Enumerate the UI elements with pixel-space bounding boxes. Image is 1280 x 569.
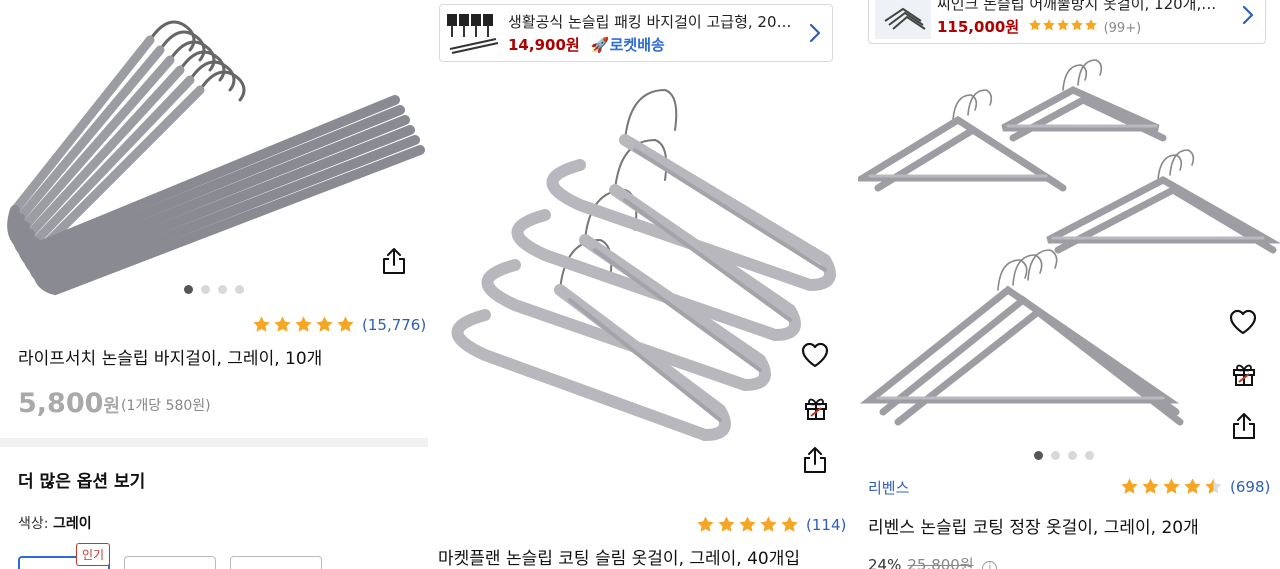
product-card-slim-hanger: 생활공식 논슬립 패킹 바지걸이 고급형, 20… 14,900원 🚀로켓배송 [430, 0, 846, 569]
review-count[interactable]: (698) [1230, 478, 1270, 496]
price-value: 5,800 [18, 388, 104, 419]
carousel-dot[interactable] [1051, 451, 1060, 460]
more-options-heading[interactable]: 더 많은 옵션 보기 [18, 467, 145, 492]
rating-stars[interactable]: (698) [1120, 477, 1270, 496]
gift-icon[interactable] [802, 394, 830, 422]
related-product-banner[interactable]: 생활공식 논슬립 패킹 바지걸이 고급형, 20… 14,900원 🚀로켓배송 [439, 4, 833, 62]
related-price-value: 115,000원 [937, 18, 1020, 36]
related-product-price: 14,900원 🚀로켓배송 [508, 34, 665, 55]
carousel-dot[interactable] [1034, 451, 1043, 460]
star-icon [1162, 477, 1181, 496]
star-icon [738, 515, 757, 534]
star-icon [294, 315, 313, 334]
star-icon [780, 515, 799, 534]
related-price-value: 14,900원 [508, 36, 580, 54]
related-product-banner[interactable]: 씨인크 논슬립 어깨뿔방지 옷걸이, 120개,… 115,000원 (99+) [868, 0, 1266, 44]
star-icon [717, 515, 736, 534]
related-product-thumbnail [447, 14, 499, 54]
brand-link[interactable]: 리벤스 [868, 477, 909, 498]
section-divider [0, 438, 428, 447]
discount-rate: 24% [868, 556, 902, 569]
carousel-dot[interactable] [201, 285, 210, 294]
heart-icon[interactable] [1228, 308, 1258, 336]
unit-price: (1개당 580원) [121, 398, 211, 414]
related-product-title: 생활공식 논슬립 패킹 바지걸이 고급형, 20… [508, 13, 792, 31]
image-carousel-dots[interactable] [184, 285, 244, 294]
heart-icon[interactable] [800, 341, 830, 369]
rating-stars[interactable]: (15,776) [252, 315, 426, 334]
related-review-count: (99+) [1103, 21, 1142, 36]
option-thumbnail[interactable] [230, 556, 322, 569]
color-label-text: 색상: [18, 516, 53, 532]
product-image-slim-hanger[interactable] [430, 70, 846, 490]
color-option-label: 색상: 그레이 [18, 513, 92, 533]
star-icon [1042, 18, 1056, 32]
review-count[interactable]: (15,776) [362, 316, 426, 334]
star-icon [315, 315, 334, 334]
star-icon [696, 515, 715, 534]
star-half-icon [1204, 477, 1223, 496]
chevron-right-icon[interactable] [1241, 5, 1255, 25]
related-rating-stars [1028, 18, 1103, 36]
product-price: 5,800원 [18, 388, 120, 419]
option-thumbnail[interactable] [124, 556, 216, 569]
star-icon [1056, 18, 1070, 32]
star-icon [759, 515, 778, 534]
color-value: 그레이 [52, 516, 92, 532]
star-icon [1084, 18, 1098, 32]
product-title[interactable]: 라이프서치 논슬립 바지걸이, 그레이, 10개 [18, 344, 322, 369]
price-currency: 원 [103, 396, 120, 417]
rating-stars[interactable]: (114) [696, 515, 846, 534]
rocket-icon: 🚀 [590, 36, 610, 54]
star-icon [1028, 18, 1042, 32]
star-icon [1183, 477, 1202, 496]
popular-badge: 인기 [76, 543, 111, 566]
star-icon [1141, 477, 1160, 496]
carousel-dot[interactable] [1068, 451, 1077, 460]
star-icon [1120, 477, 1139, 496]
chevron-right-icon[interactable] [808, 23, 822, 43]
carousel-dot[interactable] [1085, 451, 1094, 460]
product-card-suit-hanger: 씨인크 논슬립 어깨뿔방지 옷걸이, 120개,… 115,000원 (99+) [858, 0, 1280, 569]
product-image-pants-hanger[interactable] [0, 0, 428, 300]
star-icon [252, 315, 271, 334]
share-icon[interactable] [381, 247, 407, 275]
related-product-thumbnail [875, 0, 931, 39]
image-carousel-dots[interactable] [1034, 451, 1094, 460]
delivery-label: 로켓배송 [609, 36, 665, 54]
product-title[interactable]: 마켓플랜 논슬립 코팅 슬림 옷걸이, 그레이, 40개입 [438, 544, 800, 569]
info-icon[interactable]: i [982, 561, 998, 569]
star-icon [273, 315, 292, 334]
related-product-price: 115,000원 (99+) [937, 16, 1141, 37]
review-count[interactable]: (114) [806, 516, 846, 534]
gift-icon[interactable] [1230, 360, 1258, 388]
discount-row: 24% 25,800원 i [868, 554, 998, 569]
product-image-suit-hanger[interactable] [858, 50, 1280, 450]
share-icon[interactable] [802, 446, 828, 474]
star-icon [336, 315, 355, 334]
star-icon [1070, 18, 1084, 32]
carousel-dot[interactable] [235, 285, 244, 294]
product-title[interactable]: 리벤스 논슬립 코팅 정장 옷걸이, 그레이, 20개 [868, 513, 1199, 538]
share-icon[interactable] [1231, 412, 1257, 440]
product-card-pants-hanger: (15,776) 라이프서치 논슬립 바지걸이, 그레이, 10개 5,800원… [0, 0, 428, 569]
related-product-title: 씨인크 논슬립 어깨뿔방지 옷걸이, 120개,… [937, 0, 1217, 13]
rocket-delivery-badge: 🚀로켓배송 [591, 36, 665, 54]
carousel-dot[interactable] [184, 285, 193, 294]
original-price: 25,800원 [907, 556, 974, 569]
carousel-dot[interactable] [218, 285, 227, 294]
